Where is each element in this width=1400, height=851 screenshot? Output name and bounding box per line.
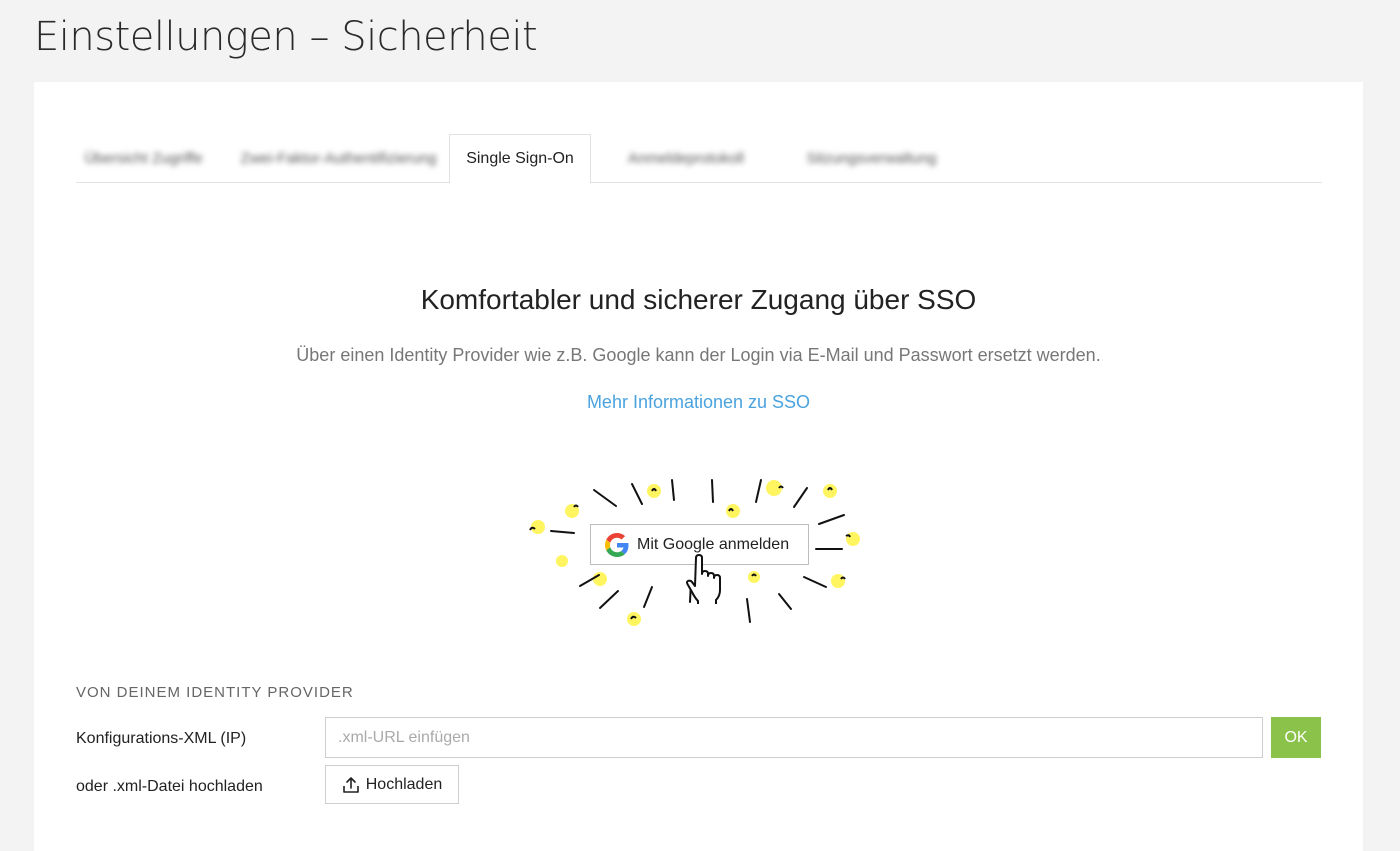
sso-description: Über einen Identity Provider wie z.B. Go… — [296, 345, 1101, 365]
ok-button[interactable]: OK — [1271, 717, 1321, 758]
tab-label: Single Sign-On — [466, 150, 574, 167]
tab-login-log[interactable]: Anmeldeprotokoll — [606, 134, 766, 183]
hand-pointer-icon — [686, 554, 721, 604]
tab-sessions[interactable]: Sitzungsverwaltung — [784, 134, 959, 183]
xml-upload-label: oder .xml-Datei hochladen — [76, 778, 263, 795]
sso-info-link[interactable]: Mehr Informationen zu SSO — [34, 392, 1363, 413]
tab-single-sign-on[interactable]: Single Sign-On — [449, 134, 591, 184]
tab-two-factor[interactable]: Zwei-Faktor-Authentifizierung — [226, 134, 451, 183]
upload-button-label: Hochladen — [365, 775, 443, 793]
sso-headline: Komfortabler und sicherer Zugang über SS… — [420, 284, 977, 315]
page-title: Einstellungen – Sicherheit — [34, 14, 538, 60]
upload-icon — [342, 776, 359, 793]
tab-label: Zwei-Faktor-Authentifizierung — [240, 150, 437, 167]
upload-button[interactable]: Hochladen — [325, 765, 459, 804]
tab-access-overview[interactable]: Übersicht Zugriffe — [76, 134, 211, 183]
settings-card: Übersicht Zugriffe Zwei-Faktor-Authentif… — [34, 82, 1363, 851]
identity-provider-section-title: VON DEINEM IDENTITY PROVIDER — [76, 684, 354, 701]
tab-bar: Übersicht Zugriffe Zwei-Faktor-Authentif… — [76, 134, 1322, 184]
google-g-icon — [605, 532, 629, 557]
tab-label: Anmeldeprotokoll — [628, 150, 744, 167]
tab-label: Sitzungsverwaltung — [806, 150, 937, 167]
xml-url-input[interactable] — [325, 717, 1263, 758]
xml-config-label: Konfigurations-XML (IP) — [76, 730, 247, 747]
google-button-label: Mit Google anmelden — [637, 535, 790, 553]
tab-label: Übersicht Zugriffe — [84, 150, 203, 167]
